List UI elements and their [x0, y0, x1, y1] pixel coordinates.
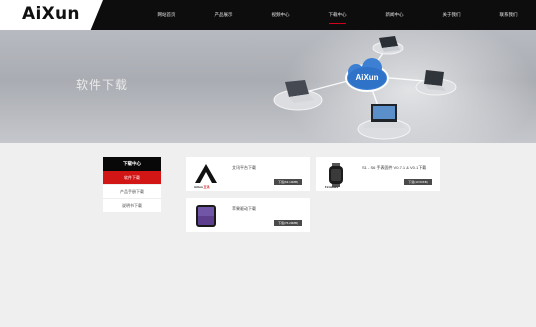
nav-item-contact[interactable]: 联系我们: [480, 0, 536, 30]
card-title: S1 - S6 手表固件 V0.7.1 & V0.1下载: [362, 165, 427, 170]
download-card-firmware[interactable]: Firmware S1 - S6 手表固件 V0.7.1 & V0.1下载 下载…: [316, 157, 440, 191]
laptop-right-icon: [424, 70, 446, 91]
card-title: 艾讯平台下载: [232, 165, 256, 170]
nav-item-videos[interactable]: 视频中心: [252, 0, 309, 30]
banner-title: 软件下载: [76, 78, 129, 92]
logo-panel[interactable]: AiXun: [0, 0, 103, 30]
main-nav: 网站首页 产品展示 视频中心 下载中心 新闻中心 关于我们 联系我们: [138, 0, 536, 30]
menu-heading: 下载中心: [103, 157, 161, 171]
download-card-platform[interactable]: AiXun 艾讯 艾讯平台下载 下载(63.10MB): [186, 157, 310, 191]
card-brand: AiXun 艾讯: [194, 185, 210, 189]
nav-item-home[interactable]: 网站首页: [138, 0, 195, 30]
laptop-bottom-icon: [363, 104, 405, 128]
cloud-network-illustration: AiXun: [273, 36, 457, 140]
download-button[interactable]: 下载(10.50KB): [404, 179, 432, 185]
nav-item-news[interactable]: 新闻中心: [366, 0, 423, 30]
hero-banner: 软件下载 AiXun: [0, 30, 536, 143]
menu-item-instructions[interactable]: 说明书下载: [103, 199, 161, 213]
aixun-logo-icon: [193, 163, 219, 187]
top-navigation-bar: AiXun 网站首页 产品展示 视频中心 下载中心 新闻中心 关于我们 联系我们: [0, 0, 536, 30]
menu-item-software[interactable]: 软件下载: [103, 171, 161, 185]
nav-item-products[interactable]: 产品展示: [195, 0, 252, 30]
card-title: 苹果驱动下载: [232, 206, 256, 211]
download-category-menu: 下载中心 软件下载 产品手册下载 说明书下载: [103, 157, 161, 213]
download-button[interactable]: 下载(63.10MB): [274, 179, 302, 185]
tablet-icon: [193, 204, 219, 228]
card-brand: Firmware: [325, 185, 339, 189]
nav-item-downloads[interactable]: 下载中心: [309, 0, 366, 30]
nav-item-about[interactable]: 关于我们: [423, 0, 480, 30]
menu-item-manuals[interactable]: 产品手册下载: [103, 185, 161, 199]
cloud-label: AiXun: [355, 73, 378, 82]
site-logo[interactable]: AiXun: [22, 4, 80, 24]
download-button[interactable]: 下载(76.29MB): [274, 220, 302, 226]
smartwatch-icon: [323, 163, 349, 187]
download-card-driver[interactable]: 苹果驱动下载 下载(76.29MB): [186, 198, 310, 232]
